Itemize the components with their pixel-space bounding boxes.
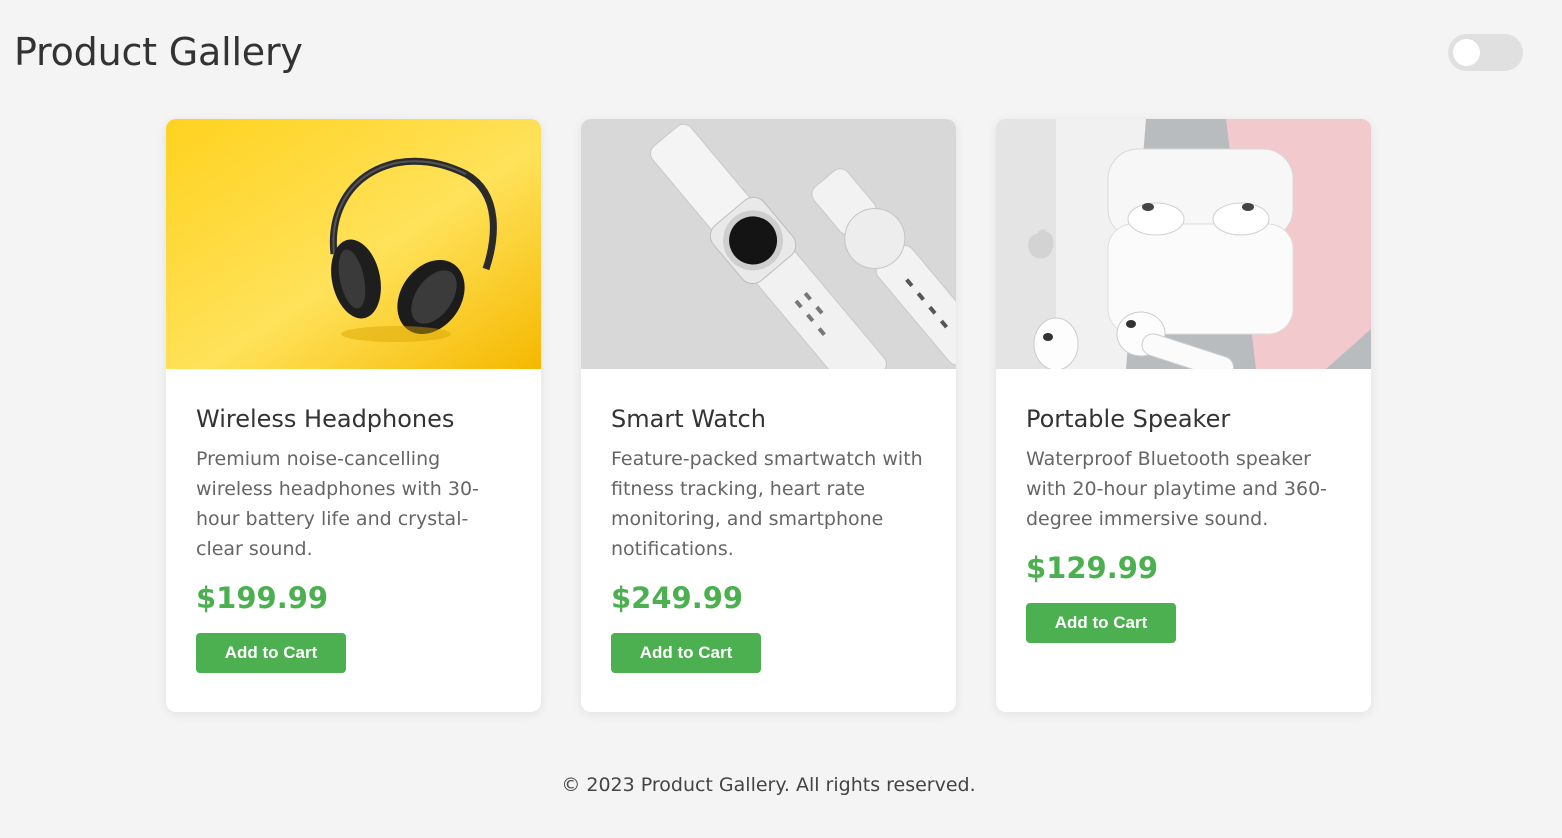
theme-toggle[interactable] (1448, 34, 1523, 71)
product-card: Portable Speaker Waterproof Bluetooth sp… (996, 119, 1371, 712)
add-to-cart-button[interactable]: Add to Cart (196, 633, 346, 673)
product-description: Waterproof Bluetooth speaker with 20-hou… (1026, 448, 1328, 530)
product-title: Smart Watch (611, 405, 766, 433)
headphones-image (166, 119, 541, 369)
add-to-cart-button[interactable]: Add to Cart (611, 633, 761, 673)
product-description: Premium noise-cancelling wireless headph… (196, 448, 479, 560)
footer-copyright: © 2023 Product Gallery. All rights reser… (561, 774, 976, 796)
toggle-knob (1453, 39, 1480, 66)
smartwatch-image (581, 119, 956, 369)
product-gallery: Wireless Headphones Premium noise-cancel… (166, 119, 1371, 712)
earbuds-image (996, 119, 1371, 369)
product-description: Feature-packed smartwatch with fitness t… (611, 448, 923, 560)
product-title: Portable Speaker (1026, 405, 1231, 433)
product-price: $199.99 (196, 581, 329, 615)
product-price: $129.99 (1026, 551, 1159, 585)
product-title: Wireless Headphones (196, 405, 455, 433)
product-card: Smart Watch Feature-packed smartwatch wi… (581, 119, 956, 712)
product-price: $249.99 (611, 581, 744, 615)
product-card: Wireless Headphones Premium noise-cancel… (166, 119, 541, 712)
page-title: Product Gallery (14, 30, 303, 74)
add-to-cart-button[interactable]: Add to Cart (1026, 603, 1176, 643)
